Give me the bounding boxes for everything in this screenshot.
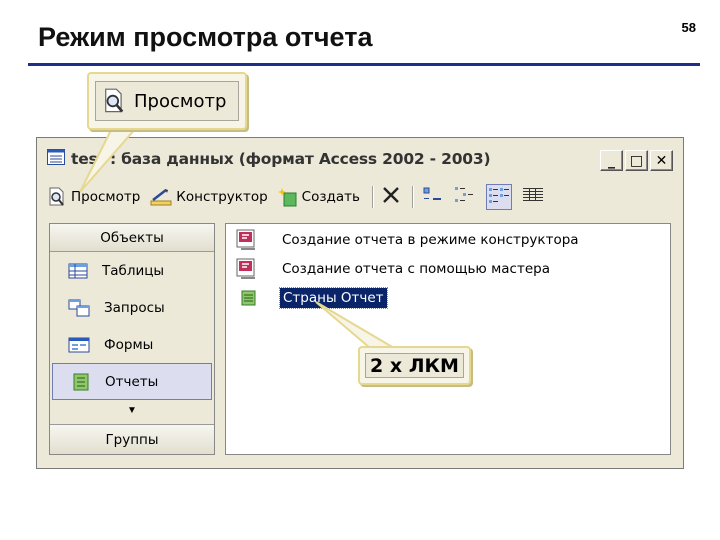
- database-window-icon: [47, 148, 65, 170]
- form-icon: [68, 337, 90, 352]
- nav-item-label: Формы: [104, 336, 154, 353]
- new-object-icon: [277, 188, 297, 207]
- close-button[interactable]: ✕: [650, 150, 673, 171]
- nav-item-label: Запросы: [104, 299, 165, 316]
- create-button[interactable]: Создать: [277, 187, 360, 207]
- large-icons-icon[interactable]: [422, 186, 444, 208]
- nav-item-forms[interactable]: Формы: [50, 326, 214, 363]
- list-item-countries-report[interactable]: Страны Отчет: [236, 287, 388, 309]
- callout-view-label: Просмотр: [134, 90, 227, 112]
- design-icon: [150, 189, 172, 206]
- title-divider: [28, 63, 700, 66]
- window-title: test : база данных (формат Access 2002 -…: [71, 150, 491, 168]
- list-item-label: Создание отчета с помощью мастера: [282, 261, 550, 277]
- wizard-icon: [236, 229, 255, 250]
- callout-double-click: 2 х ЛКМ: [358, 346, 471, 385]
- view-button[interactable]: Просмотр: [47, 187, 140, 207]
- close-icon: ✕: [655, 152, 668, 169]
- minimize-button[interactable]: _: [600, 150, 623, 171]
- preview-icon: [105, 88, 124, 113]
- create-button-label: Создать: [301, 189, 360, 205]
- database-window: test : база данных (формат Access 2002 -…: [36, 137, 684, 469]
- nav-item-label: Таблицы: [102, 262, 165, 279]
- report-icon: [73, 373, 89, 390]
- list-item-design-wizard[interactable]: Создание отчета в режиме конструктора: [236, 229, 579, 251]
- groups-footer[interactable]: Группы: [50, 424, 214, 454]
- preview-icon: [49, 187, 64, 206]
- design-button[interactable]: Конструктор: [150, 187, 268, 207]
- toolbar-separator: [371, 186, 374, 208]
- window-titlebar[interactable]: test : база данных (формат Access 2002 -…: [41, 142, 679, 176]
- slide-title: Режим просмотра отчета: [38, 22, 373, 52]
- page-number: 58: [681, 20, 696, 35]
- view-button-label: Просмотр: [71, 189, 141, 205]
- design-button-label: Конструктор: [176, 189, 268, 205]
- list-view-icon[interactable]: [485, 184, 512, 210]
- maximize-icon: □: [629, 152, 644, 169]
- objects-header[interactable]: Объекты: [50, 224, 214, 252]
- delete-icon[interactable]: [382, 186, 400, 208]
- nav-item-reports[interactable]: Отчеты: [52, 363, 212, 400]
- details-view-icon[interactable]: [522, 186, 544, 208]
- query-icon: [68, 299, 90, 316]
- list-item-label: Страны Отчет: [279, 287, 388, 309]
- small-icons-icon[interactable]: [454, 186, 476, 208]
- table-icon: [68, 263, 88, 278]
- wizard-icon: [236, 258, 255, 279]
- database-toolbar: Просмотр Конструктор Создать: [47, 183, 673, 211]
- list-item-label: Создание отчета в режиме конструктора: [282, 232, 579, 248]
- view-button-zoom: Просмотр: [95, 81, 239, 121]
- nav-item-label: Отчеты: [105, 373, 159, 390]
- maximize-button[interactable]: □: [625, 150, 648, 171]
- callout-view: Просмотр: [87, 72, 247, 130]
- report-icon: [241, 290, 256, 306]
- list-item-report-wizard[interactable]: Создание отчета с помощью мастера: [236, 258, 550, 280]
- minimize-icon: _: [608, 152, 615, 169]
- object-list: Создание отчета в режиме конструктора Со…: [225, 223, 671, 455]
- toolbar-separator: [411, 186, 414, 208]
- nav-item-queries[interactable]: Запросы: [50, 289, 214, 326]
- callout-double-click-label: 2 х ЛКМ: [365, 353, 464, 378]
- nav-item-tables[interactable]: Таблицы: [50, 252, 214, 289]
- objects-pane: Объекты Таблицы Запросы Формы Отчеты ▼ Г…: [49, 223, 215, 455]
- chevron-down-icon[interactable]: ▼: [50, 400, 214, 420]
